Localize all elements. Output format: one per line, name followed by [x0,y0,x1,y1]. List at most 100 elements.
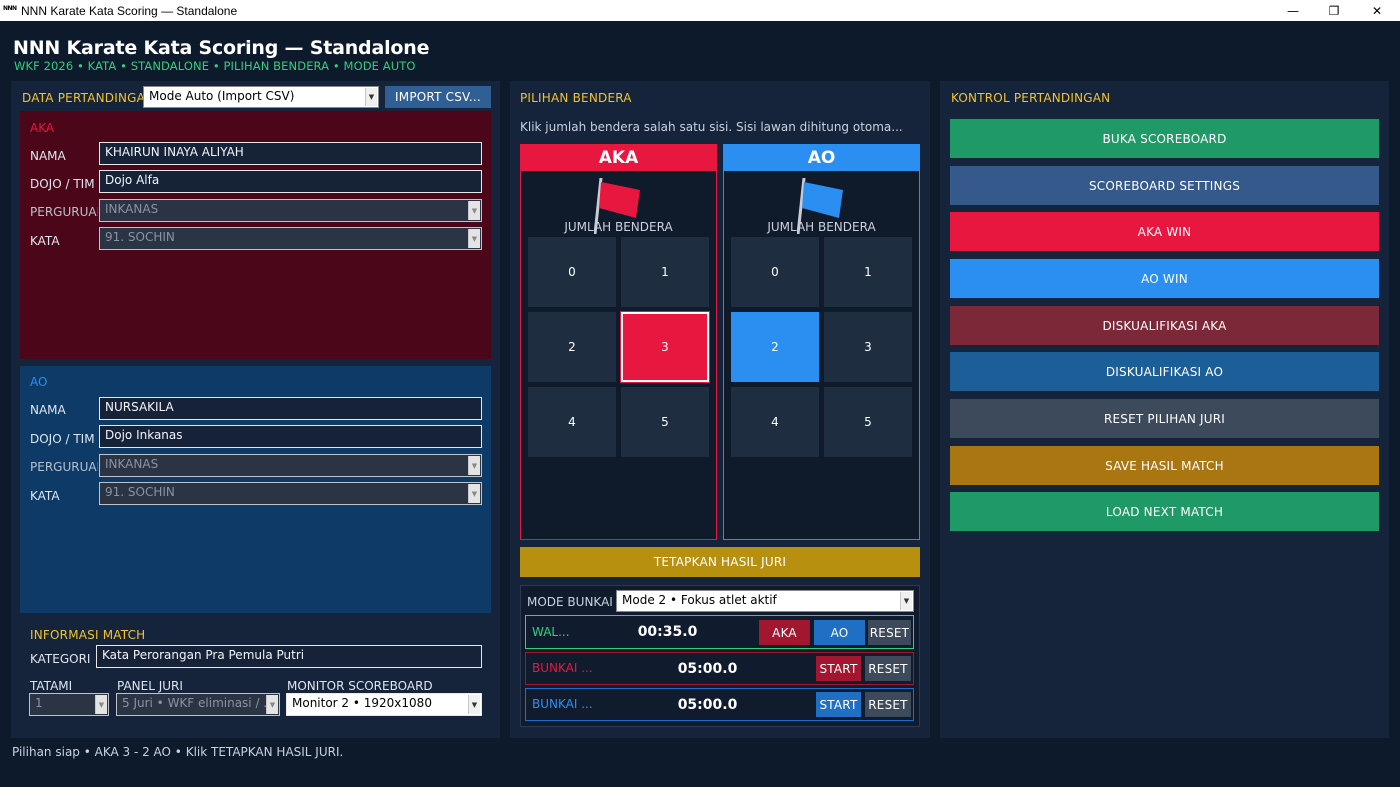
match-info-title: INFORMASI MATCH [30,628,146,642]
mode-select-value: Mode Auto (Import CSV) [149,89,295,103]
chevron-down-icon: ▼ [95,695,107,714]
data-panel-title: DATA PERTANDINGAN [22,91,144,105]
tetapkan-hasil-button[interactable]: TETAPKAN HASIL JURI [520,547,920,577]
flag-panel-title: PILIHAN BENDERA [520,91,632,105]
bunkai-aka-timer-display: 05:00.0 [677,661,738,677]
aka-nama-label: NAMA [30,149,66,163]
app-subtitle: WKF 2026 • KATA • STANDALONE • PILIHAN B… [14,59,416,73]
control-panel-title: KONTROL PERTANDINGAN [951,91,1111,105]
wal-reset-button[interactable]: RESET [868,620,911,645]
aka-nama-input[interactable]: KHAIRUN INAYA ALIYAH [99,142,482,165]
monitor-value: Monitor 2 • 1920x1080 [292,696,432,710]
bunkai-aka-reset-button[interactable]: RESET [865,656,911,681]
aka-perguruan-select[interactable]: INKANAS ▼ [99,199,482,222]
chevron-down-icon: ▼ [468,484,480,503]
chevron-down-icon: ▼ [468,229,480,248]
aka-perguruan-label: PERGURUAN [30,205,98,219]
aka-flag-option-3-selected[interactable]: 3 [620,311,710,383]
ao-flag-option-1[interactable]: 1 [824,237,912,307]
bunkai-ao-label: BUNKAI ... [532,697,593,711]
wal-ao-button[interactable]: AO [814,620,865,645]
ao-flag-option-4[interactable]: 4 [731,387,819,457]
panel-juri-select[interactable]: 5 Juri • WKF eliminasi / ... ▼ [116,693,280,716]
diskualifikasi-aka-button[interactable]: DISKUALIFIKASI AKA [950,306,1379,345]
aka-section-title: AKA [30,121,55,135]
ao-dojo-input[interactable]: Dojo Inkanas [99,425,482,448]
tatami-value: 1 [35,696,43,710]
ao-kata-value: 91. SOCHIN [105,485,175,499]
app-logo-icon: NNN [3,5,17,12]
scoreboard-settings-button[interactable]: SCOREBOARD SETTINGS [950,166,1379,205]
reset-pilihan-juri-button[interactable]: RESET PILIHAN JURI [950,399,1379,438]
aka-win-button[interactable]: AKA WIN [950,212,1379,251]
aka-flag-option-2[interactable]: 2 [528,312,616,382]
bunkai-mode-select[interactable]: Mode 2 • Fokus atlet aktif ▼ [616,590,914,612]
aka-kata-value: 91. SOCHIN [105,230,175,244]
ao-flag-option-5[interactable]: 5 [824,387,912,457]
aka-dojo-label: DOJO / TIM [30,177,95,191]
panel-juri-label: PANEL JURI [117,679,183,693]
chevron-down-icon: ▼ [365,88,377,106]
aka-flag-option-4[interactable]: 4 [528,387,616,457]
bunkai-aka-label: BUNKAI ... [532,661,593,675]
monitor-select[interactable]: Monitor 2 • 1920x1080 ▼ [286,693,482,716]
window-title: NNN Karate Kata Scoring — Standalone [21,4,238,18]
aka-kata-label: KATA [30,234,60,248]
bunkai-ao-start-button[interactable]: START [816,692,861,717]
import-csv-button[interactable]: IMPORT CSV... [385,86,491,108]
monitor-scoreboard-label: MONITOR SCOREBOARD [287,679,433,693]
ao-kata-select[interactable]: 91. SOCHIN ▼ [99,482,482,505]
chevron-down-icon: ▼ [468,456,480,475]
wal-timer-display: 00:35.0 [637,624,698,640]
kategori-label: KATEGORI [30,652,91,666]
chevron-down-icon: ▼ [468,201,480,220]
aka-flag-option-5[interactable]: 5 [621,387,709,457]
ao-nama-input[interactable]: NURSAKILA [99,397,482,420]
aka-flag-option-0[interactable]: 0 [528,237,616,307]
bunkai-mode-label: MODE BUNKAI [527,595,613,609]
ao-kata-label: KATA [30,489,60,503]
ao-perguruan-select[interactable]: INKANAS ▼ [99,454,482,477]
wal-timer-label: WAL... [532,625,570,639]
chevron-down-icon: ▼ [900,592,912,610]
aka-jumlah-label: JUMLAH BENDERA [564,220,673,234]
close-button[interactable]: ✕ [1354,0,1400,21]
aka-kata-select[interactable]: 91. SOCHIN ▼ [99,227,482,250]
save-hasil-match-button[interactable]: SAVE HASIL MATCH [950,446,1379,485]
aka-perguruan-value: INKANAS [105,202,159,216]
maximize-button[interactable]: ❐ [1311,0,1357,21]
panel-juri-value: 5 Juri • WKF eliminasi / ... [122,696,275,710]
bunkai-ao-timer-display: 05:00.0 [677,697,738,713]
buka-scoreboard-button[interactable]: BUKA SCOREBOARD [950,119,1379,158]
status-text: Pilihan siap • AKA 3 - 2 AO • Klik TETAP… [12,745,344,759]
aka-flag-header: AKA [520,144,717,171]
ao-perguruan-label: PERGURUAN [30,460,98,474]
bunkai-mode-value: Mode 2 • Fokus atlet aktif [622,593,777,607]
ao-flag-option-3[interactable]: 3 [824,312,912,382]
bunkai-aka-start-button[interactable]: START [816,656,861,681]
ao-nama-label: NAMA [30,403,66,417]
app-title: NNN Karate Kata Scoring — Standalone [13,37,430,59]
wal-aka-button[interactable]: AKA [759,620,810,645]
ao-perguruan-value: INKANAS [105,457,159,471]
mode-select[interactable]: Mode Auto (Import CSV) ▼ [143,86,379,108]
window-titlebar: NNN NNN Karate Kata Scoring — Standalone… [0,0,1400,21]
chevron-down-icon: ▼ [468,695,480,714]
ao-jumlah-label: JUMLAH BENDERA [767,220,876,234]
aka-dojo-input[interactable]: Dojo Alfa [99,170,482,193]
load-next-match-button[interactable]: LOAD NEXT MATCH [950,492,1379,531]
ao-flag-option-2-selected[interactable]: 2 [731,312,819,382]
kategori-input[interactable]: Kata Perorangan Pra Pemula Putri [96,645,482,668]
bunkai-ao-reset-button[interactable]: RESET [865,692,911,717]
ao-flag-header: AO [723,144,920,171]
ao-flag-option-0[interactable]: 0 [731,237,819,307]
chevron-down-icon: ▼ [266,695,278,714]
minimize-button[interactable]: — [1270,0,1316,21]
diskualifikasi-ao-button[interactable]: DISKUALIFIKASI AO [950,352,1379,391]
tatami-label: TATAMI [30,679,73,693]
ao-section-title: AO [30,375,48,389]
tatami-select[interactable]: 1 ▼ [29,693,109,716]
ao-dojo-label: DOJO / TIM [30,432,95,446]
aka-flag-option-1[interactable]: 1 [621,237,709,307]
ao-win-button[interactable]: AO WIN [950,259,1379,298]
